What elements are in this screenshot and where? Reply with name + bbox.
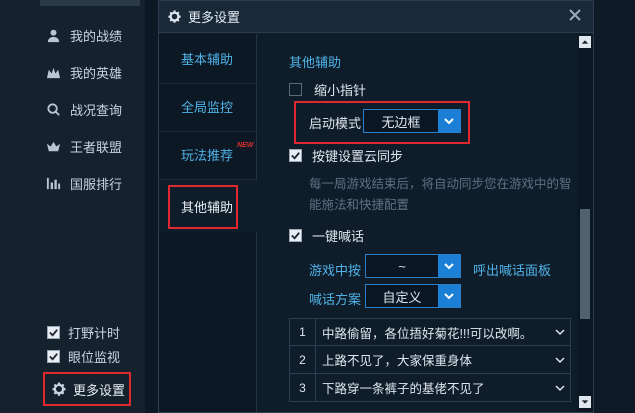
settings-content: 其他辅助 缩小指针 启动模式 无边框 按键设置云同步 每一局游戏结束后，将自动同… [259, 34, 575, 412]
row-text: 上路不见了，大家保重身体 [322, 354, 473, 368]
select-value: ~ [398, 258, 406, 274]
sidebar-item-label: 我的战绩 [70, 28, 123, 44]
ward-watch-label: 眼位监视 [68, 349, 121, 365]
checkbox-unchecked[interactable] [289, 82, 302, 96]
gear-icon [168, 10, 181, 23]
table-row[interactable]: 1 中路偷留，各位捂好菊花!!!可以改啊。 [289, 318, 571, 346]
more-settings-dialog: 更多设置 基本辅助 全局监控 玩法推荐 NEW 其他辅助 其他辅助 缩小指针 启… [158, 0, 594, 413]
sidebar-item-label: 我的英雄 [70, 65, 123, 81]
gear-icon [52, 382, 66, 396]
sidebar-item-king-league[interactable]: 王者联盟 [44, 133, 144, 159]
sidebar-item-server-rank[interactable]: 国服排行 [44, 170, 144, 196]
select-value: 无边框 [381, 114, 421, 130]
chevron-down-icon [438, 255, 460, 277]
user-icon [44, 26, 62, 44]
more-settings-label: 更多设置 [73, 382, 126, 398]
highlight-box [168, 185, 238, 229]
call-panel-link[interactable]: 呼出喊话面板 [473, 260, 551, 279]
tab-label: 玩法推荐 [181, 148, 234, 163]
table-row[interactable]: 2 上路不见了，大家保重身体 [289, 346, 571, 374]
row-text: 中路偷留，各位捂好菊花!!!可以改啊。 [322, 326, 533, 341]
table-row[interactable]: 3 下路穿一条裤子的基佬不见了 [289, 374, 571, 402]
chevron-down-icon[interactable] [550, 327, 570, 337]
row-number: 1 [290, 319, 316, 345]
ward-watch-toggle[interactable]: 眼位监视 [47, 346, 120, 366]
jungle-timer-toggle[interactable]: 打野计时 [47, 322, 120, 342]
hotkey-select[interactable]: ~ [365, 254, 461, 278]
close-button[interactable] [567, 7, 585, 25]
new-badge: NEW [237, 142, 254, 149]
checkbox-checked[interactable] [47, 349, 60, 363]
checkbox-checked[interactable] [289, 148, 302, 162]
section-title: 其他辅助 [289, 55, 342, 70]
search-icon [44, 100, 62, 118]
tab-global-monitor[interactable]: 全局监控 [159, 82, 257, 132]
scroll-thumb[interactable] [580, 209, 590, 319]
dialog-titlebar: 更多设置 [159, 1, 593, 33]
sidebar-item-my-record[interactable]: 我的战绩 [44, 22, 144, 48]
shrink-pointer-option[interactable]: 缩小指针 [289, 80, 366, 98]
key-sync-option[interactable]: 按键设置云同步 [289, 146, 403, 164]
scroll-down-button[interactable] [579, 396, 591, 408]
shrink-pointer-label: 缩小指针 [314, 82, 367, 98]
more-settings-button[interactable]: 更多设置 [43, 372, 131, 406]
row-number: 2 [290, 346, 316, 373]
tab-basic-assist[interactable]: 基本辅助 [159, 34, 257, 84]
close-icon [569, 9, 581, 21]
shout-scheme-select[interactable]: 自定义 [365, 284, 461, 308]
chevron-down-icon[interactable] [550, 383, 570, 393]
one-key-shout-label: 一键喊话 [312, 228, 365, 244]
select-value: 自定义 [382, 289, 422, 305]
sidebar-item-label: 国服排行 [70, 176, 123, 192]
chevron-down-icon[interactable] [550, 355, 570, 365]
shout-scheme-label: 喊话方案 [309, 292, 362, 307]
chevron-down-icon [438, 110, 460, 132]
dialog-title: 更多设置 [188, 10, 241, 25]
one-key-shout-option[interactable]: 一键喊话 [289, 226, 364, 244]
row-text: 下路穿一条裤子的基佬不见了 [322, 382, 485, 396]
tab-label: 基本辅助 [181, 52, 234, 67]
background-panel [595, 0, 635, 413]
key-sync-label: 按键设置云同步 [312, 148, 404, 164]
launch-mode-select[interactable]: 无边框 [363, 109, 461, 133]
tab-label: 全局监控 [181, 100, 234, 115]
crown-icon [44, 137, 62, 155]
chevron-down-icon [438, 285, 460, 307]
scroll-up-button[interactable] [579, 36, 591, 48]
checkbox-checked[interactable] [289, 228, 302, 242]
sidebar-item-label: 王者联盟 [70, 139, 123, 155]
shout-message-table: 1 中路偷留，各位捂好菊花!!!可以改啊。 2 上路不见了，大家保重身体 3 下… [289, 318, 571, 402]
vertical-scrollbar[interactable] [577, 34, 593, 412]
bar-chart-icon [44, 174, 62, 192]
sidebar-item-battle-query[interactable]: 战况查询 [44, 96, 144, 122]
checkbox-checked[interactable] [47, 325, 60, 339]
sidebar-item-my-heroes[interactable]: 我的英雄 [44, 59, 144, 85]
row-number: 3 [290, 374, 316, 401]
left-sidebar: 我的战绩 我的英雄 战况查询 王者联盟 国服排行 打野计时 眼位监视 更多设置 [0, 0, 145, 413]
tab-gameplay-recommend[interactable]: 玩法推荐 NEW [159, 130, 257, 180]
launch-mode-label: 启动模式 [309, 115, 362, 131]
jungle-timer-label: 打野计时 [68, 325, 121, 341]
hero-icon [44, 63, 62, 81]
in-game-key-label: 游戏中按 [309, 263, 362, 278]
sidebar-top-item[interactable] [40, 0, 140, 6]
sidebar-item-label: 战况查询 [70, 102, 123, 118]
key-sync-hint: 每一局游戏结束后，将自动同步您在游戏中的智能施法和快捷配置 [309, 177, 572, 212]
